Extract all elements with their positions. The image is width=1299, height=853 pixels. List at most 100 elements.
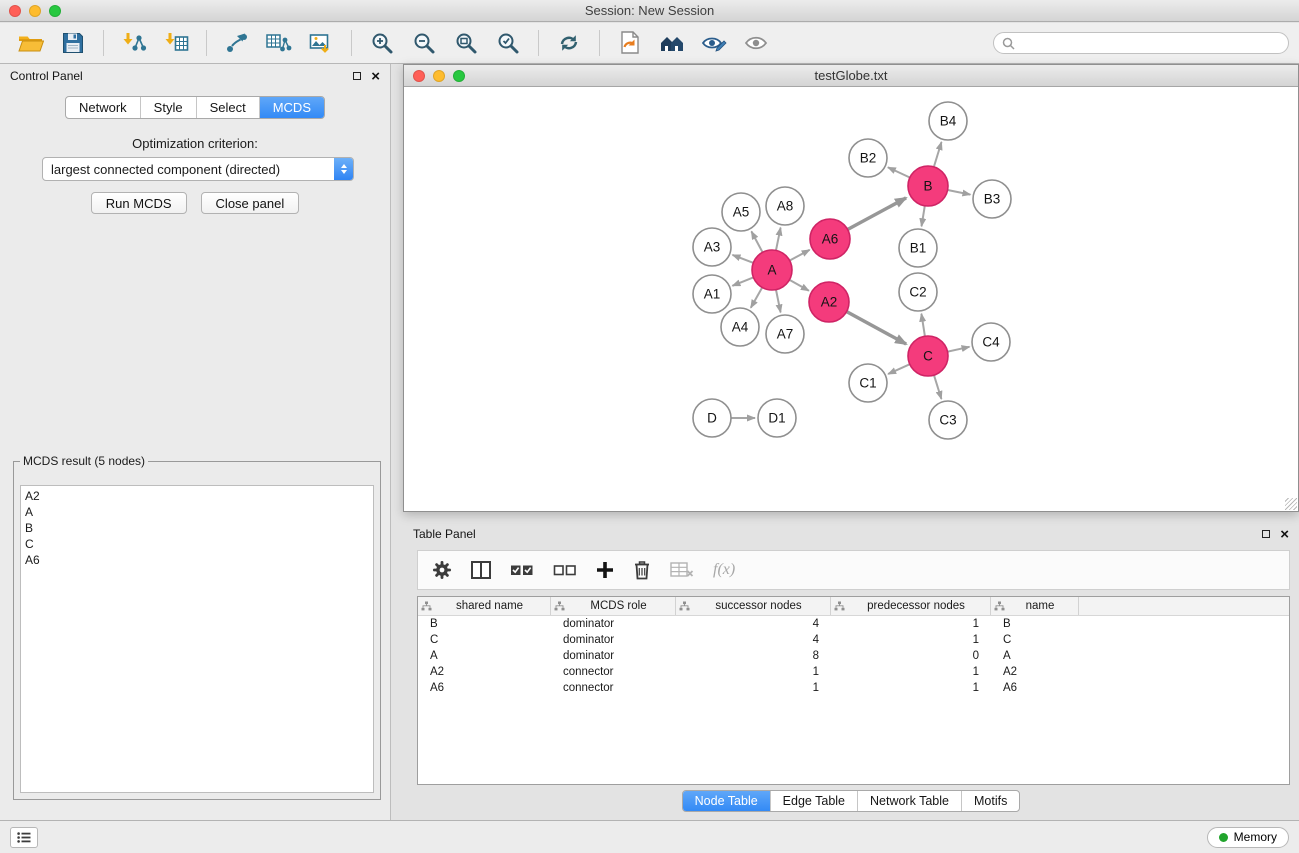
mcds-result-item[interactable]: B: [25, 520, 369, 536]
memory-button[interactable]: Memory: [1207, 827, 1289, 848]
network-graph[interactable]: B4 B2 B B3 A8A5 A6 A3 B1 A C2 A1 A2 A4 A7 C4 C C1 C3 D D1: [404, 87, 1298, 511]
zoom-selected-icon[interactable]: [492, 27, 524, 59]
table-cell: A: [418, 650, 551, 662]
network-zoom-button[interactable]: [453, 70, 465, 82]
table-cell: dominator: [551, 618, 676, 630]
graph-node-A1[interactable]: A1: [693, 275, 731, 313]
graph-node-C1[interactable]: C1: [849, 364, 887, 402]
tab-edge-table[interactable]: Edge Table: [771, 791, 858, 811]
graph-node-B2[interactable]: B2: [849, 139, 887, 177]
tab-network-table[interactable]: Network Table: [858, 791, 962, 811]
column-header[interactable]: name: [991, 597, 1079, 615]
mcds-result-item[interactable]: A6: [25, 552, 369, 568]
graph-node-A4[interactable]: A4: [721, 308, 759, 346]
unselect-all-icon[interactable]: [553, 563, 577, 577]
tab-select[interactable]: Select: [197, 97, 260, 118]
svg-text:B: B: [923, 179, 932, 194]
apply-layout-icon[interactable]: [553, 27, 585, 59]
graph-node-A[interactable]: A: [752, 250, 792, 290]
home-icon[interactable]: [656, 27, 688, 59]
tab-motifs[interactable]: Motifs: [962, 791, 1019, 811]
dropdown-stepper-icon: [334, 158, 353, 180]
graph-node-A5[interactable]: A5: [722, 193, 760, 231]
mcds-result-item[interactable]: A: [25, 504, 369, 520]
tab-mcds[interactable]: MCDS: [260, 97, 324, 118]
network-minimize-button[interactable]: [433, 70, 445, 82]
graph-node-C[interactable]: C: [908, 336, 948, 376]
graph-node-A7[interactable]: A7: [766, 315, 804, 353]
import-table-icon[interactable]: [160, 27, 192, 59]
open-session-icon[interactable]: [614, 27, 646, 59]
export-image-icon[interactable]: [305, 27, 337, 59]
svg-text:D1: D1: [768, 411, 785, 426]
table-panel: Table Panel × f(x) shared nameMCDS rol: [403, 522, 1299, 812]
network-table-icon[interactable]: [263, 27, 295, 59]
svg-text:A4: A4: [732, 320, 749, 335]
open-folder-icon[interactable]: [15, 27, 47, 59]
zoom-out-icon[interactable]: [408, 27, 440, 59]
graph-node-A3[interactable]: A3: [693, 228, 731, 266]
table-toolbar: f(x): [417, 550, 1290, 590]
resize-grip[interactable]: [1285, 498, 1297, 510]
table-panel-title: Table Panel: [413, 527, 476, 541]
column-header[interactable]: shared name: [418, 597, 551, 615]
graph-node-C2[interactable]: C2: [899, 273, 937, 311]
mcds-result-list[interactable]: A2ABCA6: [20, 485, 374, 793]
graph-node-A6[interactable]: A6: [810, 219, 850, 259]
search-input[interactable]: [1020, 35, 1280, 51]
add-row-icon[interactable]: [596, 561, 614, 579]
show-columns-icon[interactable]: [471, 561, 491, 579]
style-editor-icon[interactable]: [698, 27, 730, 59]
table-float-panel-icon[interactable]: [1262, 530, 1270, 538]
new-network-icon[interactable]: [221, 27, 253, 59]
mcds-result-item[interactable]: A2: [25, 488, 369, 504]
minimize-window-button[interactable]: [29, 5, 41, 17]
graph-node-C3[interactable]: C3: [929, 401, 967, 439]
table-cell: 1: [831, 634, 991, 646]
graph-node-B1[interactable]: B1: [899, 229, 937, 267]
import-network-icon[interactable]: [118, 27, 150, 59]
graph-node-B4[interactable]: B4: [929, 102, 967, 140]
criterion-dropdown[interactable]: largest connected component (directed): [42, 157, 354, 181]
table-row[interactable]: Bdominator41B: [418, 616, 1289, 632]
table-row[interactable]: Adominator80A: [418, 648, 1289, 664]
graph-node-B[interactable]: B: [908, 166, 948, 206]
network-close-button[interactable]: [413, 70, 425, 82]
network-canvas[interactable]: B4 B2 B B3 A8A5 A6 A3 B1 A C2 A1 A2 A4 A7 C4 C C1 C3 D D1: [404, 87, 1298, 511]
table-panel-close-icon[interactable]: ×: [1280, 527, 1289, 542]
function-builder-button[interactable]: f(x): [713, 561, 735, 579]
zoom-in-icon[interactable]: [366, 27, 398, 59]
table-row[interactable]: A2connector11A2: [418, 664, 1289, 680]
tab-network[interactable]: Network: [66, 97, 141, 118]
zoom-window-button[interactable]: [49, 5, 61, 17]
column-header[interactable]: MCDS role: [551, 597, 676, 615]
table-settings-gear-icon[interactable]: [432, 560, 452, 580]
tab-node-table[interactable]: Node Table: [683, 791, 771, 811]
graph-node-B3[interactable]: B3: [973, 180, 1011, 218]
svg-text:C4: C4: [982, 335, 1000, 350]
graph-node-D[interactable]: D: [693, 399, 731, 437]
delete-rows-trash-icon[interactable]: [633, 560, 651, 580]
show-panels-list-icon[interactable]: [10, 827, 38, 848]
mcds-result-item[interactable]: C: [25, 536, 369, 552]
graph-node-A2[interactable]: A2: [809, 282, 849, 322]
run-mcds-button[interactable]: Run MCDS: [91, 192, 187, 214]
show-hide-eye-icon[interactable]: [740, 27, 772, 59]
save-session-icon[interactable]: [57, 27, 89, 59]
control-panel-close-icon[interactable]: ×: [371, 69, 380, 84]
graph-node-C4[interactable]: C4: [972, 323, 1010, 361]
column-header[interactable]: predecessor nodes: [831, 597, 991, 615]
table-row[interactable]: A6connector11A6: [418, 680, 1289, 696]
graph-node-A8[interactable]: A8: [766, 187, 804, 225]
float-panel-icon[interactable]: [353, 72, 361, 80]
tab-style[interactable]: Style: [141, 97, 197, 118]
column-header[interactable]: successor nodes: [676, 597, 831, 615]
close-panel-button[interactable]: Close panel: [201, 192, 300, 214]
select-all-icon[interactable]: [510, 563, 534, 577]
table-row[interactable]: Cdominator41C: [418, 632, 1289, 648]
table-cell: A2: [991, 666, 1079, 678]
graph-node-D1[interactable]: D1: [758, 399, 796, 437]
search-box[interactable]: [993, 32, 1289, 54]
zoom-fit-icon[interactable]: [450, 27, 482, 59]
close-window-button[interactable]: [9, 5, 21, 17]
